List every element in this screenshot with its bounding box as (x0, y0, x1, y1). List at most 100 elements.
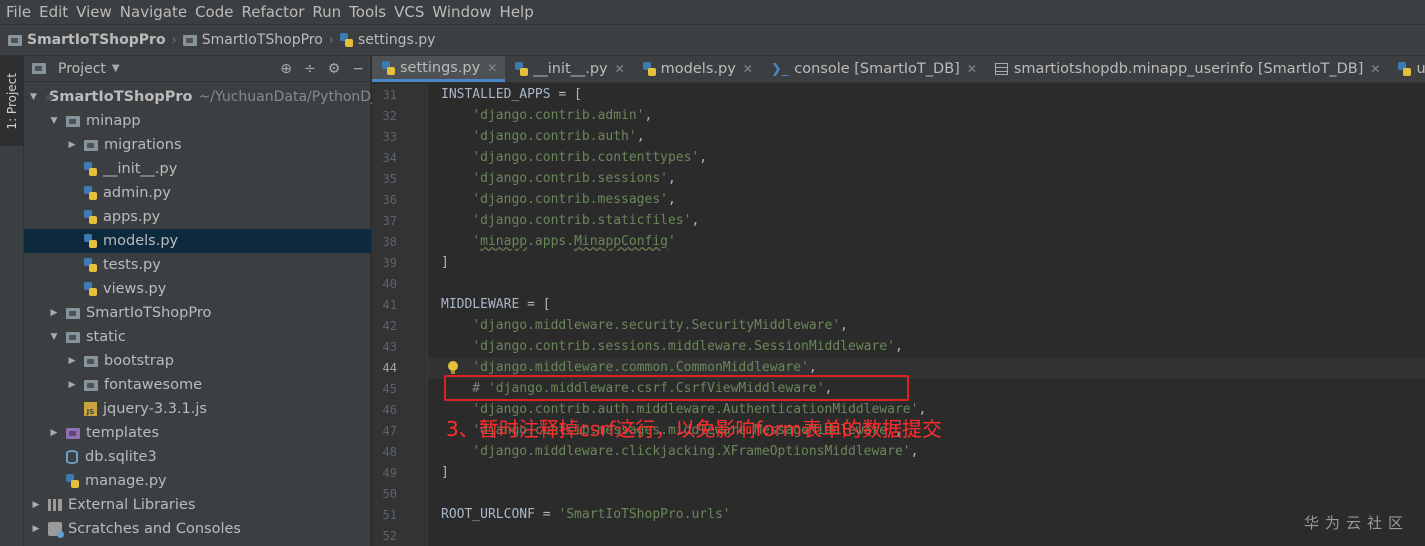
code-token: ROOT_URLCONF = (441, 507, 559, 522)
tree-item[interactable]: ▼ static (24, 325, 371, 349)
code-editor[interactable]: INSTALLED_APPS = [ 'django.contrib.admin… (428, 84, 1425, 546)
tree-item-label: __init__.py (103, 161, 178, 177)
python-file-icon (84, 258, 97, 272)
tree-item[interactable]: ▶manage.py (24, 469, 371, 493)
tree-item[interactable]: ▶JSjquery-3.3.1.js (24, 397, 371, 421)
left-tool-strip: 1: Project (0, 56, 24, 546)
collapsed-arrow-icon[interactable]: ▶ (48, 308, 60, 318)
menu-view[interactable]: View (74, 0, 118, 24)
line-number: 31 (382, 88, 397, 102)
tree-item[interactable]: ▶views.py (24, 277, 371, 301)
collapsed-arrow-icon[interactable]: ▶ (66, 380, 78, 390)
close-icon[interactable]: ✕ (615, 62, 625, 76)
tree-item[interactable]: ▶db.sqlite3 (24, 445, 371, 469)
close-icon[interactable]: ✕ (1370, 62, 1380, 76)
collapsed-arrow-icon[interactable]: ▶ (30, 500, 42, 510)
menu-refactor[interactable]: Refactor (239, 0, 310, 24)
collapsed-arrow-icon[interactable]: ▶ (48, 428, 60, 438)
tree-item[interactable]: ▼ SmartIoTShopPro ~/YuchuanData/PythonDjan (24, 85, 392, 109)
menu-window[interactable]: Window (430, 0, 497, 24)
code-line: 'django.contrib.auth', (441, 129, 644, 144)
menu-help[interactable]: Help (498, 0, 540, 24)
code-line: 'django.contrib.staticfiles', (441, 213, 699, 228)
locate-file-icon[interactable]: ⊕ (280, 61, 292, 77)
folder-icon (8, 34, 22, 46)
tree-item[interactable]: ▶ migrations (24, 133, 371, 157)
tree-item[interactable]: ▶ SmartIoTShopPro (24, 301, 371, 325)
editor-tab[interactable]: urls.py✕ (1388, 56, 1425, 82)
tree-item[interactable]: ▶__init__.py (24, 157, 371, 181)
close-icon[interactable]: ✕ (967, 62, 977, 76)
close-icon[interactable]: ✕ (743, 62, 753, 76)
line-number: 44 (382, 361, 397, 375)
tree-item[interactable]: ▶tests.py (24, 253, 371, 277)
line-number: 45 (382, 382, 397, 396)
menu-tools[interactable]: Tools (347, 0, 392, 24)
menu-navigate[interactable]: Navigate (118, 0, 193, 24)
javascript-file-icon: JS (84, 402, 97, 416)
project-tool-tab[interactable]: 1: Project (0, 56, 23, 146)
folder-icon (66, 115, 80, 127)
breadcrumb-item-package[interactable]: SmartIoTShopPro (182, 32, 323, 48)
collapsed-arrow-icon[interactable]: ▶ (30, 524, 42, 534)
menu-code[interactable]: Code (193, 0, 239, 24)
code-token: 'django.middleware.clickjacking.XFrameOp… (472, 444, 911, 459)
line-number: 41 (382, 298, 397, 312)
editor-tab[interactable]: models.py ✕ (633, 56, 761, 82)
project-view-selector[interactable]: Project (58, 61, 106, 77)
tree-item[interactable]: ▶ templates (24, 421, 371, 445)
line-number: 40 (382, 277, 397, 291)
tree-item-label: models.py (103, 233, 179, 249)
menu-file[interactable]: File (4, 0, 37, 24)
menu-run[interactable]: Run (310, 0, 347, 24)
python-file-icon (66, 474, 79, 488)
tree-item-label: admin.py (103, 185, 171, 201)
collapsed-arrow-icon[interactable]: ▶ (66, 356, 78, 366)
line-number: 47 (382, 424, 397, 438)
editor-tab[interactable]: ❯_ console [SmartIoT_DB] ✕ (761, 56, 985, 82)
expanded-arrow-icon[interactable]: ▼ (30, 92, 37, 102)
tree-item[interactable]: ▶ External Libraries (24, 493, 371, 517)
python-file-icon (84, 282, 97, 296)
editor-tab[interactable]: __init__.py ✕ (505, 56, 632, 82)
tree-item[interactable]: ▶ Scratches and Consoles (24, 517, 371, 541)
gear-icon[interactable]: ⚙ (328, 61, 341, 77)
code-token: 'SmartIoTShopPro.urls' (558, 507, 731, 522)
editor-tab-label: smartiotshopdb.minapp_userinfo [SmartIoT… (1013, 61, 1364, 77)
expanded-arrow-icon[interactable]: ▼ (48, 116, 60, 126)
tree-item-label: tests.py (103, 257, 161, 273)
editor-tab-label: models.py (660, 61, 736, 77)
collapse-all-icon[interactable]: ÷ (304, 61, 316, 77)
tree-item[interactable]: ▼ minapp (24, 109, 371, 133)
tree-item[interactable]: ▶ bootstrap (24, 349, 371, 373)
editor-tab[interactable]: settings.py ✕ (372, 56, 506, 82)
tree-item-label: db.sqlite3 (85, 449, 157, 465)
collapsed-arrow-icon[interactable]: ▶ (66, 140, 78, 150)
project-view-icon (32, 63, 46, 74)
line-number: 42 (382, 319, 397, 333)
menu-edit[interactable]: Edit (37, 0, 74, 24)
line-number: 39 (382, 256, 397, 270)
chevron-down-icon[interactable]: ▼ (112, 63, 120, 74)
menu-bar: File Edit View Navigate Code Refactor Run Tools… (0, 0, 1425, 24)
tree-item[interactable]: ▶ fontawesome (24, 373, 371, 397)
breadcrumb-item-project[interactable]: SmartIoTShopPro (8, 32, 166, 48)
close-icon[interactable]: ✕ (487, 61, 497, 75)
expanded-arrow-icon[interactable]: ▼ (48, 332, 60, 342)
editor-tab-label: __init__.py (533, 61, 608, 77)
breadcrumb-item-file[interactable]: settings.py (340, 32, 435, 48)
menu-vcs[interactable]: VCS (392, 0, 430, 24)
hide-panel-icon[interactable]: − (352, 61, 364, 77)
tree-item-label: static (86, 329, 126, 345)
tree-item[interactable]: ▶admin.py (24, 181, 371, 205)
tree-item[interactable]: ▶apps.py (24, 205, 371, 229)
project-panel: Project ▼ ⊕ ÷ ⚙ − ▼ SmartIoTShopPro ~/Yuch… (24, 56, 392, 546)
editor-tab[interactable]: smartiotshopdb.minapp_userinfo [SmartIoT… (985, 56, 1389, 82)
tree-item[interactable]: ▶models.py (24, 229, 371, 253)
tree-item-label: templates (86, 425, 160, 441)
